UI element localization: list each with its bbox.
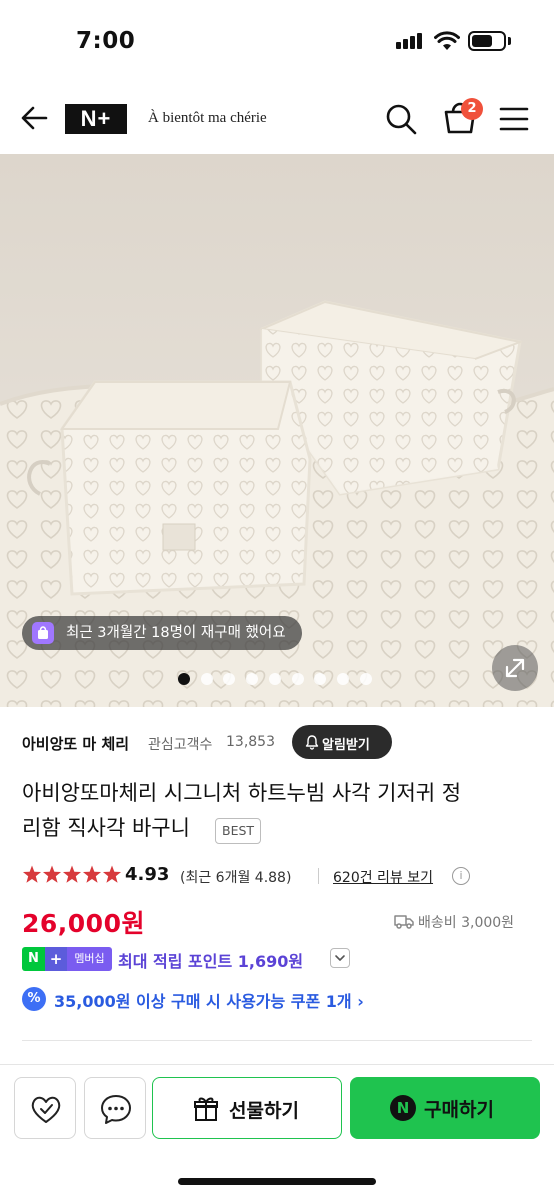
truck-icon xyxy=(394,915,414,929)
star-icon xyxy=(22,865,42,883)
star-icon xyxy=(82,865,102,883)
cart-count-badge: 2 xyxy=(461,98,483,120)
membership-plus-mark: + xyxy=(45,947,67,971)
product-price: 26,000원 xyxy=(22,909,145,938)
product-title-line2: 리함 직사각 바구니 xyxy=(22,816,190,840)
gift-button[interactable]: 선물하기 xyxy=(152,1077,342,1139)
review-link[interactable]: 620건 리뷰 보기 xyxy=(333,867,433,887)
store-info-row: 아비앙또 마 체리 관심고객수 13,853 알림받기 xyxy=(0,707,554,777)
coupon-percent-icon: % xyxy=(22,987,46,1011)
star-icon xyxy=(62,865,82,883)
buy-button-label: 구매하기 xyxy=(424,1099,494,1121)
status-time: 7:00 xyxy=(76,28,136,54)
star-icon xyxy=(42,865,62,883)
product-title-line1: 아비앙또마체리 시그니처 하트누빔 사각 기저귀 정 xyxy=(22,781,462,805)
wishlist-button[interactable] xyxy=(14,1077,76,1139)
rating-value: 4.93 xyxy=(125,864,170,885)
max-points-text: 최대 적립 포인트 1,690원 xyxy=(118,952,304,971)
followers-label: 관심고객수 xyxy=(148,737,213,753)
membership-n-mark: N xyxy=(22,947,45,971)
wifi-icon xyxy=(434,31,460,50)
section-divider xyxy=(22,1040,532,1041)
gift-icon xyxy=(194,1097,218,1121)
rating-divider xyxy=(318,868,319,884)
heart-check-icon xyxy=(31,1096,61,1123)
recent-rating: (최근 6개월 4.88) xyxy=(180,870,292,886)
naver-pay-n-icon: N xyxy=(390,1095,416,1121)
best-badge: BEST xyxy=(215,818,262,844)
membership-badge-label: 멤버십 xyxy=(67,947,112,971)
membership-points-row[interactable]: N + 멤버십 최대 적립 포인트 1,690원 xyxy=(22,946,362,972)
star-rating-icon xyxy=(22,865,122,883)
naver-plus-membership-badge: N + 멤버십 xyxy=(22,947,112,971)
carousel-dot[interactable] xyxy=(246,673,259,685)
expand-arrows-icon xyxy=(505,658,525,678)
battery-icon xyxy=(468,31,506,51)
carousel-dot[interactable] xyxy=(268,673,281,685)
carousel-dot[interactable] xyxy=(200,673,213,685)
buy-button[interactable]: N 구매하기 xyxy=(350,1077,540,1139)
cellular-signal-icon xyxy=(396,33,426,49)
menu-icon[interactable] xyxy=(499,104,529,134)
carousel-dot[interactable] xyxy=(359,673,372,685)
rating-row: 4.93 (최근 6개월 4.88) 620건 리뷰 보기 i xyxy=(22,864,542,888)
carousel-dot[interactable] xyxy=(178,673,190,685)
chat-bubble-icon xyxy=(101,1095,131,1124)
gift-button-label: 선물하기 xyxy=(229,1100,299,1122)
battery-cap xyxy=(508,37,511,45)
carousel-dot[interactable] xyxy=(291,673,304,685)
shipping-fee-label: 배송비 3,000원 xyxy=(418,915,515,931)
store-brand-name[interactable]: À bientôt ma chérie xyxy=(148,110,267,127)
status-bar: 7:00 xyxy=(0,0,554,84)
back-arrow-icon[interactable] xyxy=(18,101,52,135)
repurchase-text: 최근 3개월간 18명이 재구매 했어요 xyxy=(66,625,286,641)
home-indicator xyxy=(178,1178,376,1185)
store-name-link[interactable]: 아비앙또 마 체리 xyxy=(22,733,129,754)
carousel-dot[interactable] xyxy=(336,673,349,685)
product-image-carousel[interactable]: 최근 3개월간 18명이 재구매 했어요 xyxy=(0,154,554,707)
product-title: 아비앙또마체리 시그니처 하트누빔 사각 기저귀 정 리함 직사각 바구니 xyxy=(22,776,532,846)
star-icon xyxy=(102,865,122,883)
repurchase-bag-icon xyxy=(32,622,54,644)
repurchase-notice-chip: 최근 3개월간 18명이 재구매 했어요 xyxy=(22,616,302,650)
search-icon[interactable] xyxy=(384,102,418,136)
info-icon[interactable]: i xyxy=(452,867,470,885)
coupon-row[interactable]: % 35,000원 이상 구매 시 사용가능 쿠폰 1개 › xyxy=(22,986,422,1012)
expand-image-button[interactable] xyxy=(492,645,538,691)
coupon-text: 35,000원 이상 구매 시 사용가능 쿠폰 1개 › xyxy=(54,992,364,1011)
subscribe-alert-label: 알림받기 xyxy=(322,738,370,753)
talk-talk-button[interactable] xyxy=(84,1077,146,1139)
bell-plus-icon xyxy=(305,735,319,750)
chevron-down-icon[interactable] xyxy=(330,948,350,968)
followers-count: 13,853 xyxy=(226,734,275,750)
subscribe-alert-button[interactable]: 알림받기 xyxy=(292,725,392,759)
naver-plus-store-logo[interactable]: N+ xyxy=(65,104,127,134)
